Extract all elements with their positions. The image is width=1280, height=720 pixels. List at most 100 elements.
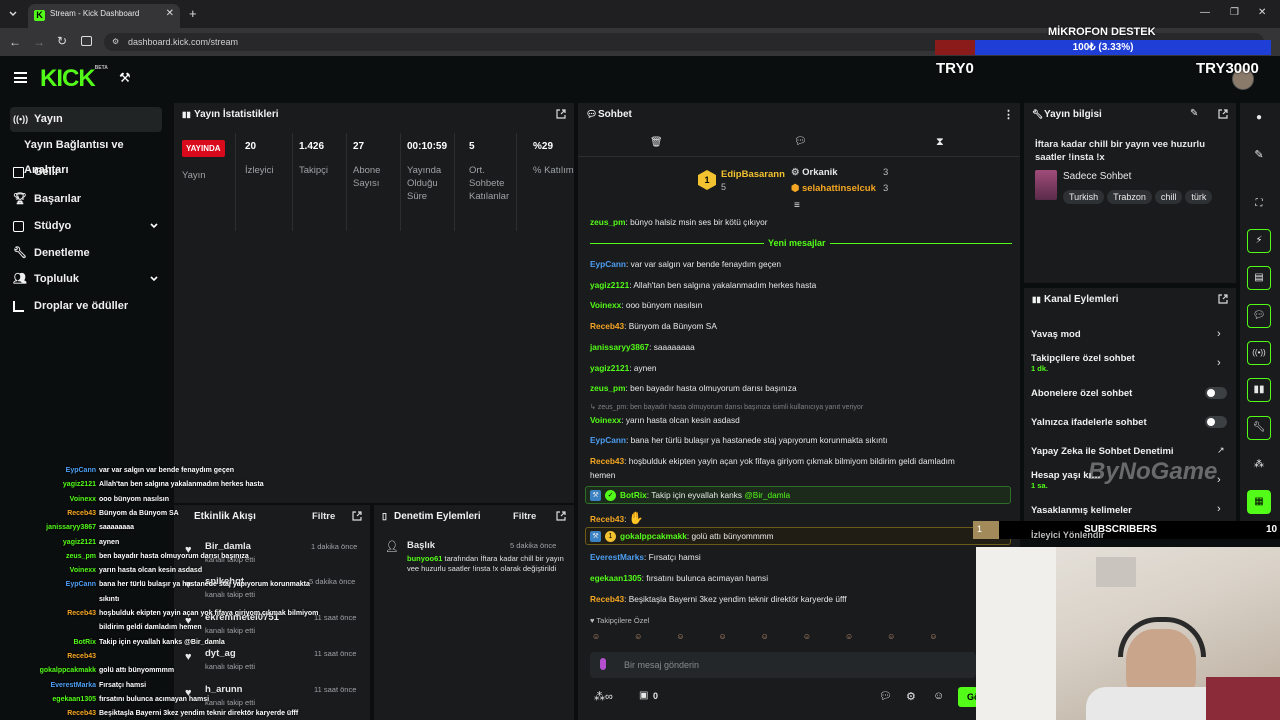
sidebar-item-studyo[interactable]: Stüdyo [10, 214, 162, 239]
kick-logo[interactable]: KICKBETA [40, 65, 108, 93]
infinity-icon[interactable]: ⁂∞ [594, 690, 613, 703]
rail-broadcast-button[interactable]: ((•)) [1247, 341, 1271, 365]
gift-icon[interactable]: ▣ [639, 690, 648, 701]
sidebar-item-yayin[interactable]: ((•)) Yayın [10, 107, 162, 132]
action-redirect-viewers[interactable]: İzleyici Yönlendir [1031, 530, 1104, 540]
grid-icon: ▦ [1254, 496, 1264, 507]
sidebar-toggle-icon[interactable] [81, 36, 92, 46]
popout-icon[interactable] [1218, 109, 1228, 119]
action-slow-mode[interactable]: Yavaş mod [1031, 329, 1081, 340]
back-icon[interactable]: ← [9, 35, 21, 49]
chat-message: EypCann: var var salgın var bende fenayd… [590, 259, 781, 269]
stat-label: Takipçi [299, 165, 329, 176]
emote-bar[interactable]: ☺☺☺☺☺☺☺☺☺ [592, 632, 972, 642]
emote-picker-icon[interactable]: ☺ [933, 690, 944, 702]
sidebar-item-denetleme[interactable]: 🔧︎ Denetleme [10, 241, 162, 266]
top-chatter-3[interactable]: ⬢ selahattinselcuk 3 [791, 183, 901, 195]
close-tab-icon[interactable]: ✕ [166, 8, 174, 19]
chevron-right-icon[interactable]: › [1217, 474, 1221, 486]
rail-info-button[interactable]: ● [1247, 106, 1271, 130]
send-button[interactable]: Gö [958, 687, 980, 707]
dashboard-header [0, 56, 1280, 102]
minimize-icon[interactable]: — [1200, 7, 1210, 18]
emote-icon: ✋ [628, 511, 644, 525]
trash-icon[interactable]: 🗑︎ [650, 137, 663, 148]
maximize-icon[interactable]: ❐ [1230, 7, 1239, 18]
tools-icon[interactable]: ⚒ [119, 70, 131, 86]
chevron-right-icon[interactable]: › [1217, 357, 1221, 369]
popout-icon[interactable] [1218, 294, 1228, 304]
chat-bubble-icon[interactable]: 💬︎ [794, 136, 807, 147]
top-chatter-1[interactable]: 1 EdipBasarann 5 [698, 166, 788, 196]
gear-icon[interactable]: ⚙ [906, 690, 916, 703]
sidebar-item-label: Denetleme [34, 247, 90, 259]
action-ai-moderation[interactable]: Yapay Zeka ile Sohbet Denetimi [1031, 446, 1174, 457]
rail-chat-button[interactable]: 💬︎ [1247, 304, 1271, 328]
pin-icon[interactable]: ≡ [794, 200, 800, 211]
rail-fullscreen-button[interactable]: ⛶ [1247, 192, 1271, 216]
rail-notes-button[interactable]: ▤ [1247, 266, 1271, 290]
wrench-icon: 🔧︎ [1252, 422, 1266, 433]
filter-button[interactable]: Filtre [312, 511, 335, 522]
chat-settings-icon[interactable]: 💬︎ [879, 691, 892, 702]
rail-actions-button[interactable]: ▮▮ [1247, 378, 1271, 402]
site-info-icon[interactable]: ⚙ [112, 37, 119, 46]
top-chatter-2[interactable]: ⚙ Orkanik 3 [791, 167, 901, 179]
chat-message: Receb43: hoşbulduk ekipten yayin açan yo… [590, 456, 955, 466]
popout-icon[interactable] [556, 109, 566, 119]
external-link-icon[interactable]: ↗ [1217, 445, 1225, 456]
popout-icon[interactable] [352, 511, 362, 521]
new-tab-button[interactable]: + [189, 6, 197, 21]
sidebar-item-basarilar[interactable]: 🏆︎ Başarılar [10, 187, 162, 212]
stat-followers: 1.426 Takipçi [295, 133, 347, 231]
tab-menu-button[interactable] [6, 8, 20, 20]
rail-active-button[interactable]: ▦ [1247, 490, 1271, 514]
sidebar-item-gelir[interactable]: Gelir [10, 160, 162, 185]
hourglass-icon[interactable]: ⧗ [936, 136, 944, 149]
sidebar-item-droplar[interactable]: Droplar ve ödüller [10, 294, 162, 319]
bot-message: ⚒ ✓ BotRix: Takip için eyvallah kanks @B… [585, 486, 1011, 504]
sidebar-item-label: Başarılar [34, 193, 82, 205]
chat-title: 💬︎ Sohbet [586, 109, 632, 120]
community-icon: 👥︎ [13, 273, 27, 285]
actions-icon: ▮▮ [1032, 295, 1041, 304]
sidebar-item-stream-key[interactable]: Yayın Bağlantısı ve Anahtarı [10, 133, 162, 176]
action-emote-only[interactable]: Yalnızca ifadelerle sohbet [1031, 417, 1147, 428]
stat-uptime: 00:10:59 Yayında Olduğu Süre [403, 133, 455, 231]
action-followers-only[interactable]: Takipçilere özel sohbet 1 dk. [1031, 353, 1135, 373]
info-title: Yayın bilgisi [1044, 109, 1102, 120]
more-options-icon[interactable]: ⋮ [1003, 108, 1014, 121]
edit-icon[interactable]: ✎ [1190, 108, 1198, 119]
tag[interactable]: chill [1154, 190, 1183, 204]
emote-only-toggle[interactable] [1205, 416, 1227, 428]
menu-icon[interactable] [14, 72, 27, 83]
panel-title: ▮▮ Yayın İstatistikleri [182, 109, 279, 120]
forward-icon[interactable]: → [33, 35, 45, 49]
chevron-right-icon[interactable]: › [1217, 328, 1221, 340]
tag[interactable]: türk [1185, 190, 1213, 204]
action-banned-words[interactable]: Yasaklanmış kelimeler [1031, 505, 1132, 516]
browser-tab[interactable]: K Stream - Kick Dashboard ✕ [28, 4, 180, 28]
chevron-right-icon[interactable]: › [1217, 503, 1221, 515]
sidebar-item-topluluk[interactable]: 👥︎ Topluluk [10, 267, 162, 292]
reload-icon[interactable]: ↻ [57, 34, 67, 48]
user-icon: 👤︎ [385, 541, 399, 553]
subscribers-only-toggle[interactable] [1205, 387, 1227, 399]
tag[interactable]: Trabzon [1107, 190, 1152, 204]
overlay-chat-text: Allah'tan ben salgına yakalanmadım herke… [99, 481, 264, 489]
rail-mod-button[interactable]: 🔧︎ [1247, 416, 1271, 440]
tag[interactable]: Turkish [1063, 190, 1105, 204]
overlay-chat-text: fırsatını bulunca acımayan hamsi [99, 695, 210, 703]
sidebar-item-label: Stüdyo [34, 220, 72, 232]
heart-icon: ♥ [185, 651, 192, 663]
popout-icon[interactable] [556, 511, 566, 521]
filter-button[interactable]: Filtre [513, 511, 536, 522]
rail-bolt-button[interactable]: ⚡︎ [1247, 229, 1271, 253]
overlay-chat-text: saaaaaaaa [99, 524, 135, 532]
overlay-chat-user: egekaan1305 [52, 695, 96, 703]
chat-input[interactable]: Bir mesaj gönderin [590, 652, 976, 678]
rail-edit-button[interactable]: ✎ [1247, 143, 1271, 167]
action-subscribers-only[interactable]: Abonelere özel sohbet [1031, 388, 1132, 399]
rail-community-button[interactable]: ⁂ [1247, 453, 1271, 477]
close-window-icon[interactable]: ✕ [1258, 7, 1266, 18]
